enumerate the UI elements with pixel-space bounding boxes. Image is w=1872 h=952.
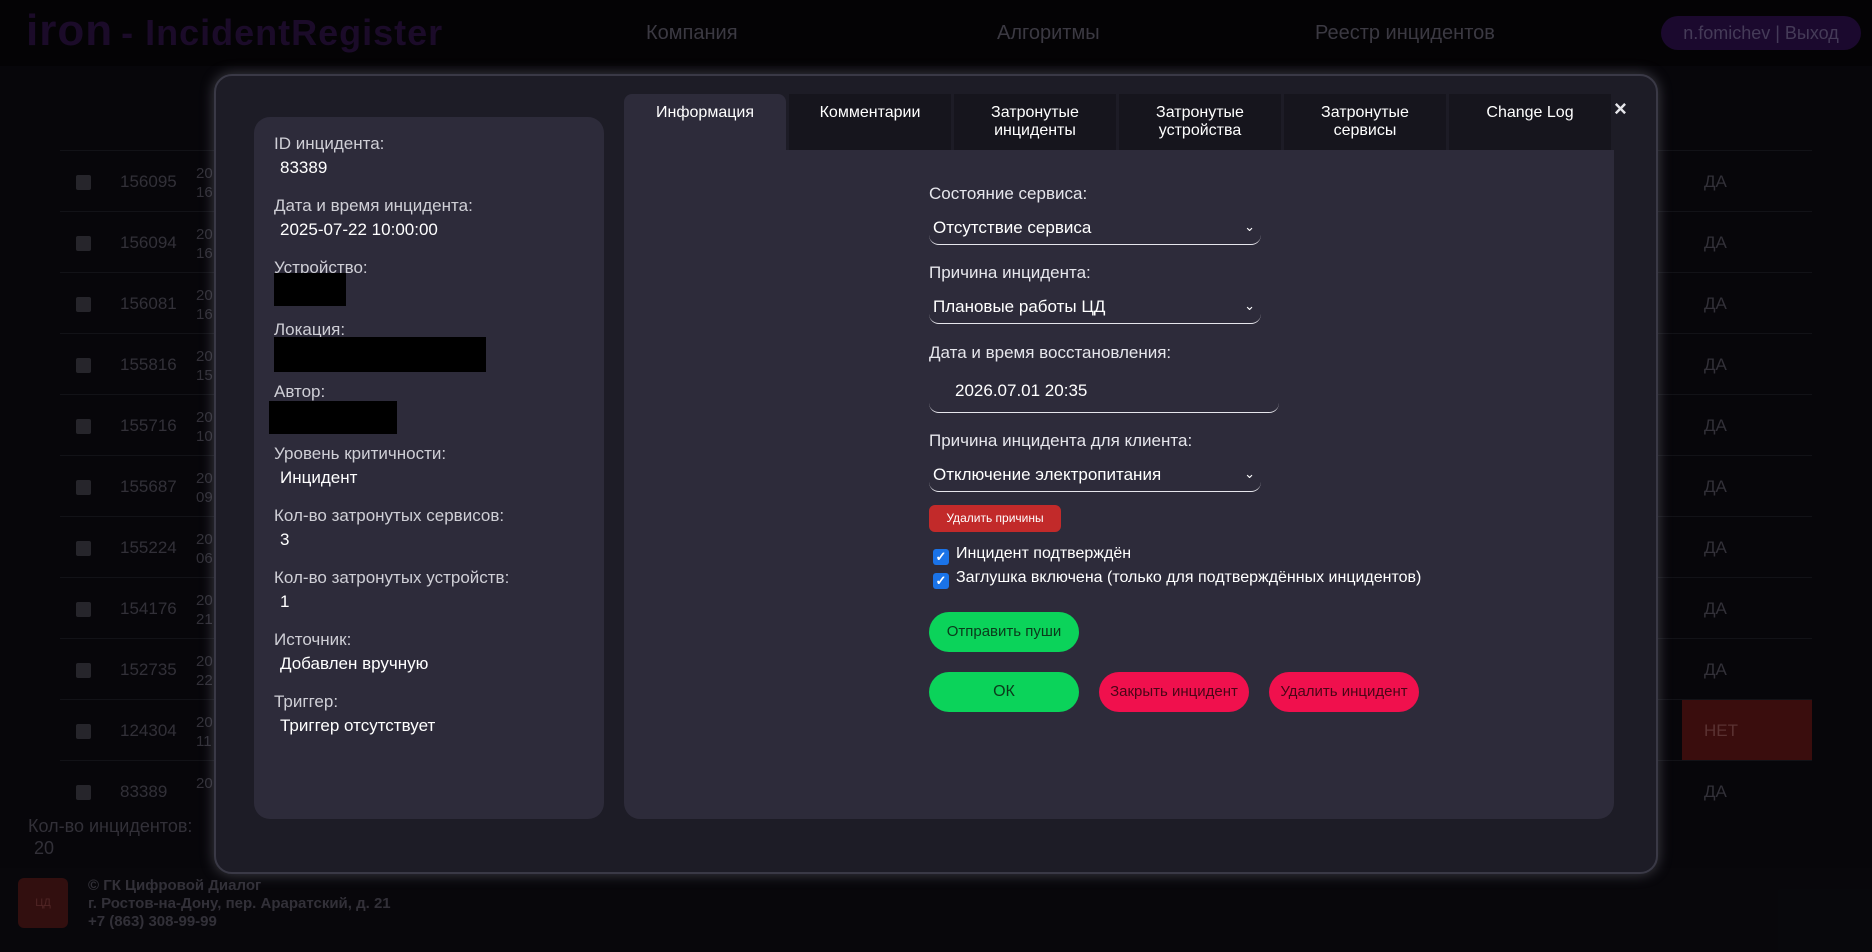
field-label: ID инцидента:	[274, 134, 385, 153]
field-label: Дата и время инцидента:	[274, 196, 473, 215]
send-push-button[interactable]: Отправить пуши	[929, 612, 1079, 652]
field-source: Источник: Добавлен вручную	[274, 630, 428, 674]
restore-datetime-label: Дата и время восстановления:	[929, 343, 1172, 362]
stub-checkbox[interactable]: ✓	[933, 573, 949, 589]
redacted-device	[274, 273, 346, 306]
redacted-location	[274, 337, 486, 372]
field-value: 83389	[280, 158, 328, 177]
field-trigger: Триггер: Триггер отсутствует	[274, 692, 435, 736]
field-label: Триггер:	[274, 692, 339, 711]
field-value: 3	[280, 530, 290, 549]
tab-affected-incidents[interactable]: Затронутые инциденты	[954, 94, 1116, 150]
field-value: Инцидент	[280, 468, 358, 487]
confirmed-checkbox-row[interactable]: ✓ Инцидент подтверждён	[933, 545, 1131, 565]
field-value: 2025-07-22 10:00:00	[280, 220, 438, 239]
modal-tabs: Информация Комментарии Затронутые инциде…	[624, 94, 1614, 150]
service-state-select[interactable]: Отсутствие сервиса ⌄	[929, 213, 1261, 245]
field-incident-id: ID инцидента: 83389	[274, 134, 384, 178]
field-value: Триггер отсутствует	[280, 716, 436, 735]
field-label: Кол-во затронутых устройств:	[274, 568, 510, 587]
confirmed-checkbox[interactable]: ✓	[933, 549, 949, 565]
select-value: Отключение электропитания	[933, 465, 1162, 484]
chevron-down-icon: ⌄	[1244, 219, 1255, 234]
select-value: Отсутствие сервиса	[933, 218, 1092, 237]
tab-information[interactable]: Информация	[624, 94, 786, 150]
confirmed-label: Инцидент подтверждён	[956, 545, 1132, 562]
tab-affected-services[interactable]: Затронутые сервисы	[1284, 94, 1446, 150]
tab-affected-devices[interactable]: Затронутые устройства	[1119, 94, 1281, 150]
tab-change-log[interactable]: Change Log	[1449, 94, 1611, 150]
reason-label: Причина инцидента:	[929, 263, 1091, 282]
stub-checkbox-row[interactable]: ✓ Заглушка включена (только для подтвержд…	[933, 569, 1421, 589]
field-value: 1	[280, 592, 290, 611]
tab-comments[interactable]: Комментарии	[789, 94, 951, 150]
field-affected-devices-count: Кол-во затронутых устройств: 1	[274, 568, 509, 612]
field-incident-datetime: Дата и время инцидента: 2025-07-22 10:00…	[274, 196, 473, 240]
client-reason-label: Причина инцидента для клиента:	[929, 431, 1193, 450]
field-label: Источник:	[274, 630, 352, 649]
reason-select[interactable]: Плановые работы ЦД ⌄	[929, 292, 1261, 324]
service-state-label: Состояние сервиса:	[929, 184, 1088, 203]
close-incident-button[interactable]: Закрыть инцидент	[1099, 672, 1249, 712]
ok-button[interactable]: ОК	[929, 672, 1079, 712]
field-value: Добавлен вручную	[280, 654, 429, 673]
field-severity: Уровень критичности: Инцидент	[274, 444, 446, 488]
field-author: Автор:	[274, 382, 325, 402]
chevron-down-icon: ⌄	[1244, 466, 1255, 481]
delete-reasons-button[interactable]: Удалить причины	[929, 505, 1061, 532]
select-value: Плановые работы ЦД	[933, 297, 1106, 316]
field-label: Уровень критичности:	[274, 444, 447, 463]
restore-datetime-input[interactable]: 2026.07.01 20:35	[929, 375, 1279, 413]
close-icon[interactable]: ×	[1614, 96, 1627, 122]
client-reason-select[interactable]: Отключение электропитания ⌄	[929, 460, 1261, 492]
chevron-down-icon: ⌄	[1244, 298, 1255, 313]
field-affected-services-count: Кол-во затронутых сервисов: 3	[274, 506, 504, 550]
redacted-author	[269, 401, 397, 434]
delete-incident-button[interactable]: Удалить инцидент	[1269, 672, 1419, 712]
field-label: Кол-во затронутых сервисов:	[274, 506, 505, 525]
field-label: Автор:	[274, 382, 326, 401]
stub-label: Заглушка включена (только для подтверждё…	[956, 569, 1422, 586]
